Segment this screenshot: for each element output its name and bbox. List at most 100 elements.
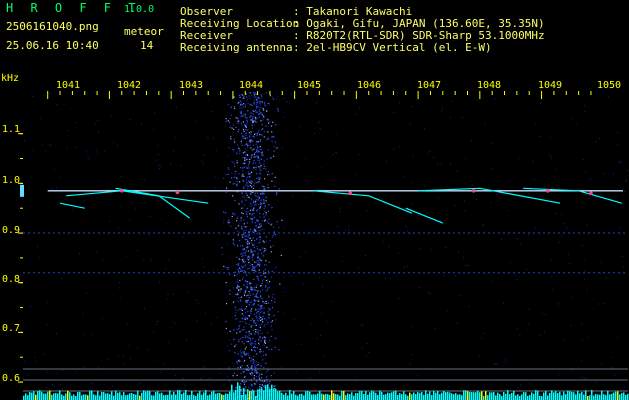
noise-speck: [232, 301, 234, 303]
noise-speck: [253, 92, 255, 94]
noise-speck: [539, 334, 541, 336]
noise-speck: [263, 311, 265, 313]
floor-bar: [195, 395, 197, 400]
noise-speck: [244, 125, 247, 127]
noise-speck: [158, 165, 160, 166]
noise-speck: [262, 337, 264, 340]
noise-speck: [252, 342, 254, 344]
noise-speck: [235, 312, 237, 314]
noise-speck: [47, 302, 49, 304]
noise-speck: [245, 235, 246, 237]
noise-speck: [241, 114, 243, 116]
noise-speck: [240, 338, 242, 340]
noise-speck: [239, 299, 241, 301]
noise-speck: [256, 210, 258, 212]
noise-speck: [256, 233, 258, 235]
noise-speck: [238, 258, 240, 260]
noise-speck: [256, 121, 258, 124]
noise-speck: [263, 318, 266, 320]
noise-speck: [258, 333, 260, 335]
noise-speck: [240, 167, 242, 169]
noise-speck: [256, 353, 258, 355]
noise-speck: [258, 262, 260, 264]
noise-speck: [249, 372, 251, 375]
noise-speck: [253, 322, 255, 324]
noise-speck: [243, 223, 245, 225]
noise-speck: [251, 139, 253, 141]
floor-bar: [457, 394, 459, 400]
noise-speck: [253, 360, 256, 362]
noise-speck: [249, 388, 251, 390]
floor-bar: [179, 390, 181, 400]
noise-speck: [117, 228, 119, 230]
noise-speck: [252, 121, 254, 123]
noise-speck: [248, 158, 251, 161]
noise-speck: [235, 294, 237, 296]
noise-speck: [261, 114, 263, 116]
noise-speck: [253, 148, 255, 150]
noise-speck: [262, 119, 264, 121]
noise-speck: [264, 337, 267, 339]
noise-speck: [264, 339, 266, 341]
noise-speck: [24, 140, 25, 142]
floor-bar: [601, 390, 603, 400]
noise-speck: [481, 337, 483, 339]
noise-speck: [227, 167, 229, 169]
noise-speck: [272, 121, 274, 123]
noise-speck: [236, 177, 238, 179]
noise-speck: [385, 160, 387, 162]
floor-bar: [41, 391, 43, 400]
noise-speck: [256, 227, 258, 229]
noise-speck: [252, 293, 254, 295]
noise-speck: [157, 145, 159, 147]
noise-speck: [259, 351, 261, 353]
noise-speck: [246, 194, 248, 196]
noise-speck: [256, 135, 258, 137]
noise-speck: [258, 269, 260, 271]
noise-speck: [226, 303, 228, 305]
noise-speck: [257, 275, 259, 277]
floor-bar: [373, 391, 375, 400]
noise-speck: [231, 215, 233, 218]
floor-bar: [99, 395, 101, 400]
noise-speck: [393, 111, 395, 113]
noise-speck: [292, 195, 294, 197]
noise-speck: [244, 160, 246, 162]
noise-speck: [263, 366, 265, 369]
noise-speck: [256, 196, 258, 198]
noise-speck: [267, 171, 269, 173]
noise-speck: [236, 279, 239, 281]
floor-bar: [241, 395, 243, 400]
floor-bar: [627, 393, 629, 400]
floor-bar: [371, 390, 373, 400]
noise-speck: [443, 275, 445, 277]
noise-speck: [321, 312, 323, 314]
noise-speck: [251, 304, 254, 306]
noise-speck: [227, 173, 229, 175]
noise-speck: [241, 341, 243, 343]
noise-speck: [260, 203, 262, 206]
floor-bar: [459, 394, 461, 400]
noise-speck: [544, 331, 546, 333]
noise-speck: [230, 225, 232, 227]
noise-speck: [67, 130, 68, 132]
floor-bar: [535, 390, 537, 400]
noise-speck: [277, 311, 279, 313]
noise-speck: [251, 268, 253, 270]
noise-speck: [231, 127, 233, 129]
noise-speck: [240, 366, 242, 368]
noise-speck: [268, 295, 270, 297]
noise-speck: [249, 139, 251, 141]
noise-speck: [250, 133, 252, 135]
noise-speck: [94, 123, 96, 125]
floor-bar: [593, 395, 595, 400]
noise-speck: [251, 154, 253, 156]
noise-speck: [398, 146, 400, 148]
noise-speck: [275, 266, 277, 269]
noise-speck: [258, 151, 260, 153]
noise-speck: [437, 197, 439, 199]
noise-speck: [165, 268, 166, 270]
floor-bar: [303, 395, 305, 400]
noise-speck: [404, 266, 405, 268]
noise-speck: [256, 99, 258, 101]
